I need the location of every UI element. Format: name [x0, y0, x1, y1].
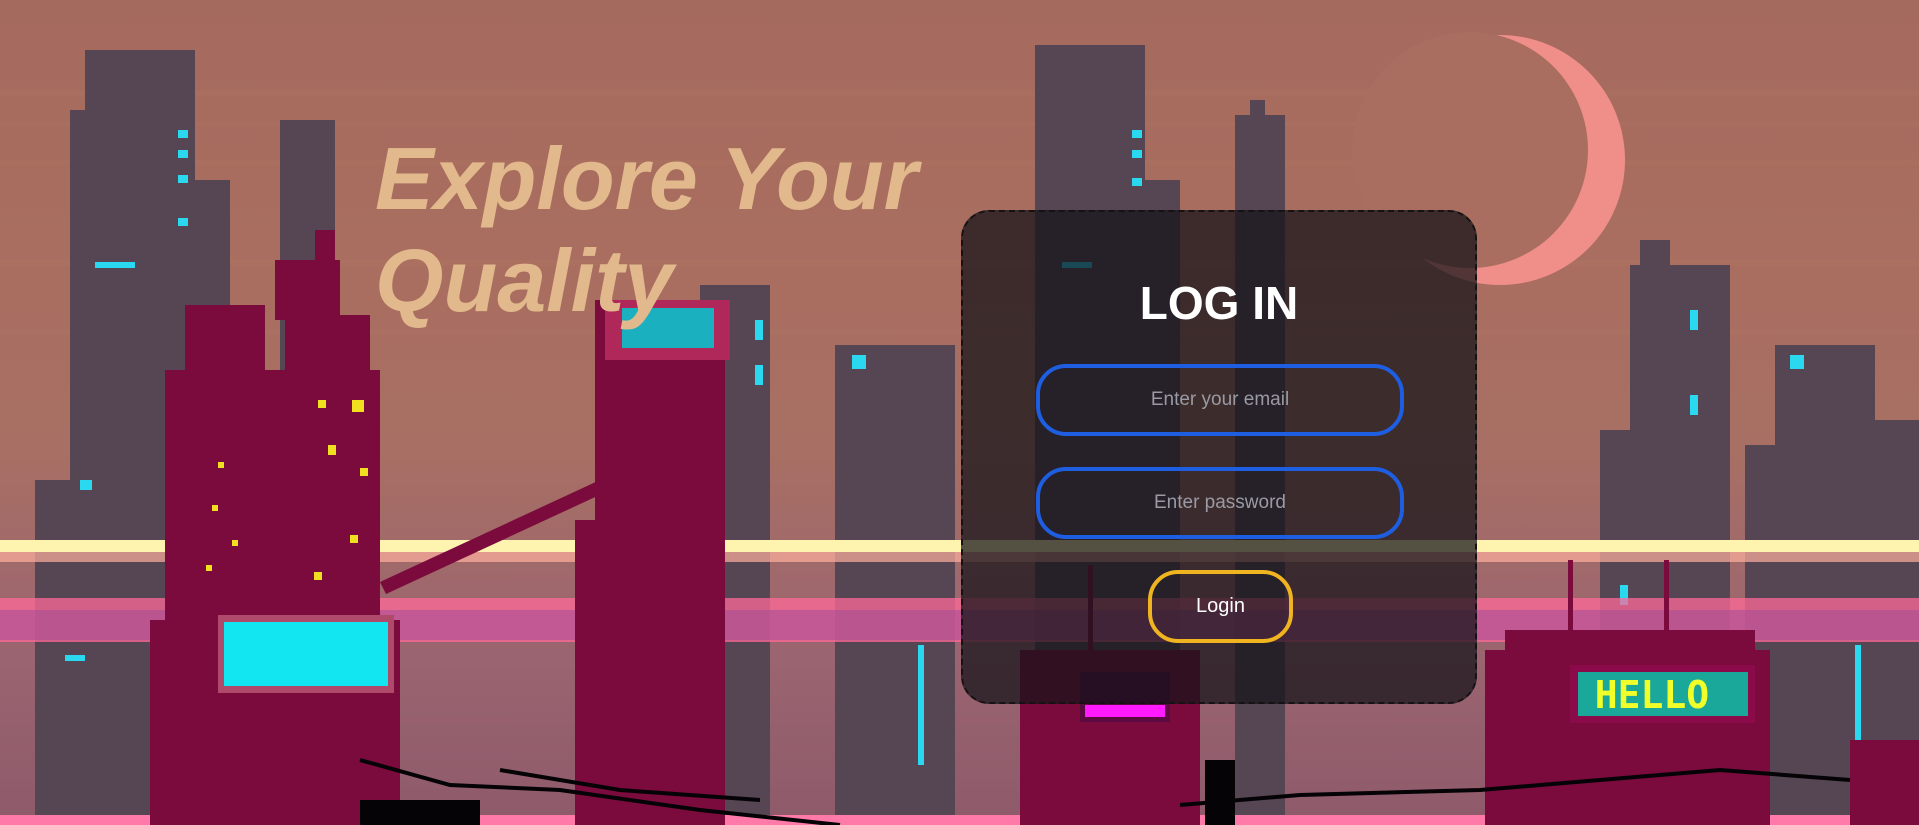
background-scene: HELLO Explore Your Quality LOG IN Login	[0, 0, 1919, 825]
hero-headline: Explore Your Quality	[375, 128, 975, 332]
pixel-city-background: HELLO	[0, 32, 1919, 825]
login-title: LOG IN	[1139, 277, 1299, 329]
hello-sign: HELLO	[1570, 665, 1755, 723]
login-card: LOG IN Login	[961, 210, 1477, 704]
bridge	[380, 480, 606, 594]
hello-sign-text: HELLO	[1595, 673, 1709, 717]
login-button[interactable]: Login	[1148, 570, 1293, 643]
password-field[interactable]	[1036, 467, 1404, 539]
email-field[interactable]	[1036, 364, 1404, 436]
cyan-billboard	[218, 615, 394, 693]
hero-headline-line2: Quality	[375, 231, 674, 330]
hero-headline-line1: Explore Your	[375, 129, 918, 228]
